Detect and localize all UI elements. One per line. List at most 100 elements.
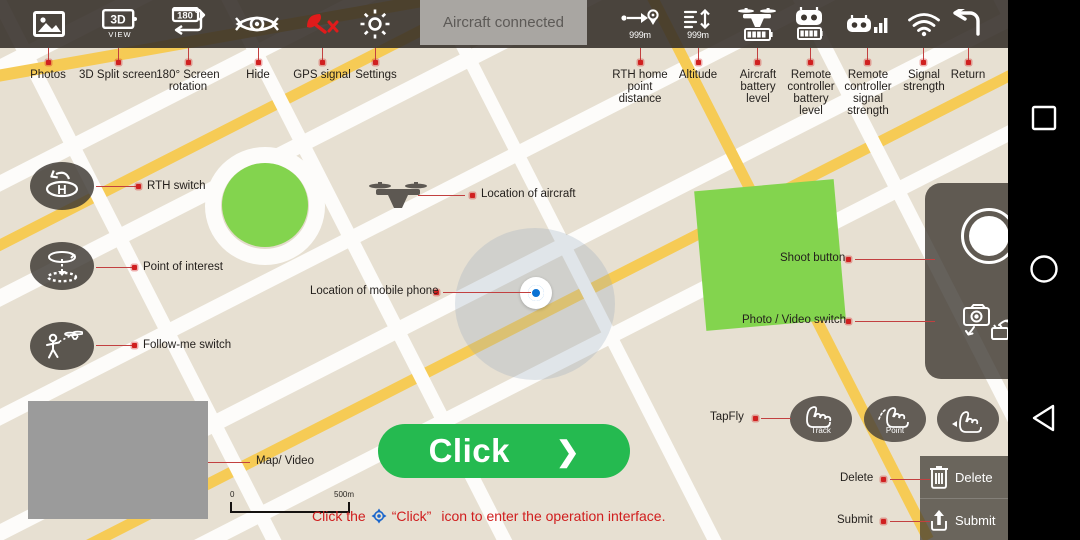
callout-line [855, 321, 935, 322]
home-button[interactable] [1029, 254, 1059, 289]
callout-dot [881, 477, 886, 482]
callout-line [890, 521, 930, 522]
recents-button[interactable] [1031, 105, 1057, 136]
altitude[interactable]: 999m [670, 0, 726, 48]
click-cta-label: Click [428, 432, 510, 469]
status-text: Aircraft connected [443, 14, 564, 31]
phone-location-marker [520, 277, 552, 309]
callout-line [443, 292, 531, 293]
callout-line [418, 195, 465, 196]
tapfly-free[interactable] [937, 396, 999, 442]
photos-icon[interactable] [26, 0, 72, 48]
click-cta-button[interactable]: Click ❯ [378, 424, 630, 478]
svg-text:180: 180 [177, 11, 193, 22]
callout-line [208, 462, 250, 463]
trash-icon [930, 466, 948, 489]
hide-icon[interactable] [232, 0, 282, 48]
submit-label: Submit [955, 512, 996, 528]
callout-dot [846, 257, 851, 262]
target-icon [371, 508, 387, 524]
callout-dot [921, 60, 926, 65]
callout-photo-video-switch: Photo / Video switch [742, 314, 846, 326]
3d-split-screen-icon[interactable]: 3D VIEW [95, 0, 145, 48]
callout-shoot-button: Shoot button [780, 252, 846, 264]
callout-dot [320, 60, 325, 65]
top-toolbar: 3D VIEW 180 Aircraft connected 999m 999m [0, 0, 1008, 48]
callout-dot [755, 60, 760, 65]
callout-rc-signal: Remote controller signal strength [844, 69, 892, 117]
tapfly-track[interactable]: Track [790, 396, 852, 442]
gear-icon[interactable] [352, 0, 398, 48]
callout-dot [753, 416, 758, 421]
callout-dot [256, 60, 261, 65]
point-of-interest[interactable] [30, 242, 94, 290]
callout-dot [865, 60, 870, 65]
rth-distance-value: 999m [629, 29, 651, 40]
upload-icon [931, 510, 947, 531]
rth-switch[interactable]: H [30, 162, 94, 210]
callout-line [855, 259, 935, 260]
caption-part2: “Click” [391, 508, 432, 524]
callout-hide: Hide [246, 69, 270, 81]
follow-me-switch[interactable] [30, 322, 94, 370]
callout-dot [373, 60, 378, 65]
chevron-right-icon: ❯ [555, 435, 580, 467]
remote-controller-signal-strength[interactable] [839, 0, 895, 48]
callout-phone-location: Location of mobile phone [310, 285, 439, 297]
gps-signal-icon[interactable] [298, 0, 346, 48]
callout-dot [470, 193, 475, 198]
submit-button[interactable]: Submit [920, 498, 1008, 540]
callout-screen-rotation: 180° Screen rotation [156, 69, 220, 93]
callout-settings: Settings [355, 69, 397, 81]
callout-dot [186, 60, 191, 65]
back-button[interactable] [1031, 404, 1057, 437]
callout-tapfly: TapFly [710, 411, 744, 423]
callout-dot [808, 60, 813, 65]
callout-line [96, 186, 136, 187]
tapfly-point[interactable]: Point [864, 396, 926, 442]
callout-rth-switch: RTH switch [147, 180, 206, 192]
callout-submit: Submit [837, 514, 873, 526]
scale-min: 0 [230, 490, 235, 499]
callout-dot [638, 60, 643, 65]
callout-follow-me-switch: Follow-me switch [143, 339, 232, 351]
remote-controller-battery-level[interactable] [782, 0, 838, 48]
callout-dot [116, 60, 121, 65]
callout-dot [846, 319, 851, 324]
caption-part3: icon to enter the operation interface. [441, 508, 666, 524]
screen-rotation-icon[interactable]: 180 [163, 0, 213, 48]
instruction-caption: Click the “Click” icon to enter the oper… [312, 508, 666, 524]
delete-button[interactable]: Delete [920, 456, 1008, 498]
callout-altitude: Altitude [678, 69, 718, 81]
callout-dot [132, 343, 137, 348]
camera-panel [925, 183, 1017, 379]
tapfly-point-label: Point [885, 426, 905, 435]
callout-delete: Delete [840, 472, 874, 484]
android-navigation-bar [1008, 0, 1080, 540]
callout-aircraft-location: Location of aircraft [481, 188, 576, 200]
action-panel: Delete Submit [920, 456, 1008, 540]
svg-text:H: H [57, 182, 66, 197]
callout-line [96, 267, 132, 268]
delete-label: Delete [955, 469, 993, 485]
svg-text:3D: 3D [110, 13, 126, 27]
altitude-value: 999m [687, 29, 709, 40]
callout-map-video: Map/ Video [256, 455, 314, 467]
drone-app-screen: 3D VIEW 180 Aircraft connected 999m 999m… [0, 0, 1080, 540]
aircraft-battery-level[interactable] [729, 0, 785, 48]
map-park-round [222, 163, 308, 247]
callout-dot [881, 519, 886, 524]
callout-dot [966, 60, 971, 65]
back-arrow-icon[interactable] [944, 0, 992, 48]
map-video-toggle[interactable] [28, 401, 208, 519]
rth-home-point-distance[interactable]: 999m [612, 0, 668, 48]
caption-part1: Click the [312, 508, 366, 524]
callout-line [761, 418, 791, 419]
scale-max: 500m [334, 490, 355, 499]
status-badge: Aircraft connected [420, 0, 587, 45]
callout-aircraft-battery: Aircraft battery level [739, 69, 777, 105]
callout-dot [132, 265, 137, 270]
callout-rc-battery: Remote controller battery level [787, 69, 835, 117]
callout-point-of-interest: Point of interest [143, 261, 223, 273]
callout-dot [136, 184, 141, 189]
